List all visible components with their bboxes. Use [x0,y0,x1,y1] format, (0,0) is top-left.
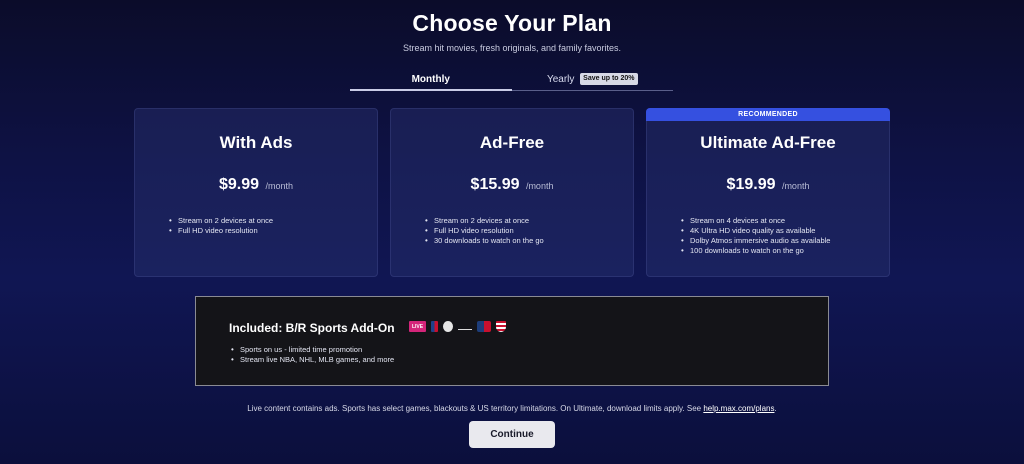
feature-item: Full HD video resolution [425,226,544,236]
price-amount: $19.99 [726,176,776,193]
billing-tabs: Monthly Yearly Save up to 20% [350,70,673,91]
tab-monthly[interactable]: Monthly [350,70,512,91]
plan-features: Stream on 4 devices at once 4K Ultra HD … [681,216,830,256]
plan-features: Stream on 2 devices at once Full HD vide… [425,216,544,246]
save-badge: Save up to 20% [580,73,638,85]
plan-features: Stream on 2 devices at once Full HD vide… [169,216,273,236]
tab-yearly-label: Yearly [546,74,575,85]
price-period: /month [525,181,554,191]
disclaimer: Live content contains ads. Sports has se… [0,404,1024,413]
plan-name: Ad-Free [479,133,545,152]
plan-card-ultimate-ad-free[interactable]: RECOMMENDED Ultimate Ad-Free $19.99 /mon… [646,108,890,277]
tab-monthly-label: Monthly [411,74,450,85]
feature-item: Stream live NBA, NHL, MLB games, and mor… [231,355,394,365]
sports-logos: LIVE [409,321,506,332]
price-amount: $15.99 [470,176,520,193]
feature-item: Dolby Atmos immersive audio as available [681,236,830,246]
sports-addon-title: Included: B/R Sports Add-On [229,321,395,335]
sports-features: Sports on us - limited time promotion St… [231,345,394,365]
feature-item: Sports on us - limited time promotion [231,345,394,355]
page-title: Choose Your Plan [412,10,612,36]
nba-logo-icon [431,321,438,332]
help-plans-link[interactable]: help.max.com/plans [703,404,774,413]
tnt-sports-logo-icon [458,323,472,330]
plan-name: Ultimate Ad-Free [700,133,836,152]
plan-name: With Ads [219,133,293,152]
price-period: /month [265,181,293,191]
price-period: /month [781,181,810,191]
tab-yearly[interactable]: Yearly Save up to 20% [512,70,674,90]
plan-price: $19.99 /month [647,176,889,194]
feature-item: Stream on 4 devices at once [681,216,830,226]
recommended-badge: RECOMMENDED [646,108,890,121]
disclaimer-text: Live content contains ads. Sports has se… [247,404,704,413]
page-subtitle: Stream hit movies, fresh originals, and … [402,43,622,53]
plan-card-with-ads[interactable]: With Ads $9.99 /month Stream on 2 device… [134,108,378,277]
feature-item: 30 downloads to watch on the go [425,236,544,246]
continue-button[interactable]: Continue [469,421,555,448]
nhl-logo-icon [443,321,453,332]
us-soccer-logo-icon [496,321,506,332]
mlb-logo-icon [477,321,491,332]
feature-item: 4K Ultra HD video quality as available [681,226,830,236]
disclaimer-end: . [774,404,777,413]
plan-price: $9.99 /month [135,176,377,194]
feature-item: Stream on 2 devices at once [425,216,544,226]
plan-price: $15.99 /month [391,176,633,194]
live-badge-icon: LIVE [409,321,426,332]
feature-item: Stream on 2 devices at once [169,216,273,226]
feature-item: Full HD video resolution [169,226,273,236]
price-amount: $9.99 [218,176,260,193]
plan-card-ad-free[interactable]: Ad-Free $15.99 /month Stream on 2 device… [390,108,634,277]
sports-addon-panel: Included: B/R Sports Add-On LIVE Sports … [195,296,829,386]
feature-item: 100 downloads to watch on the go [681,246,830,256]
